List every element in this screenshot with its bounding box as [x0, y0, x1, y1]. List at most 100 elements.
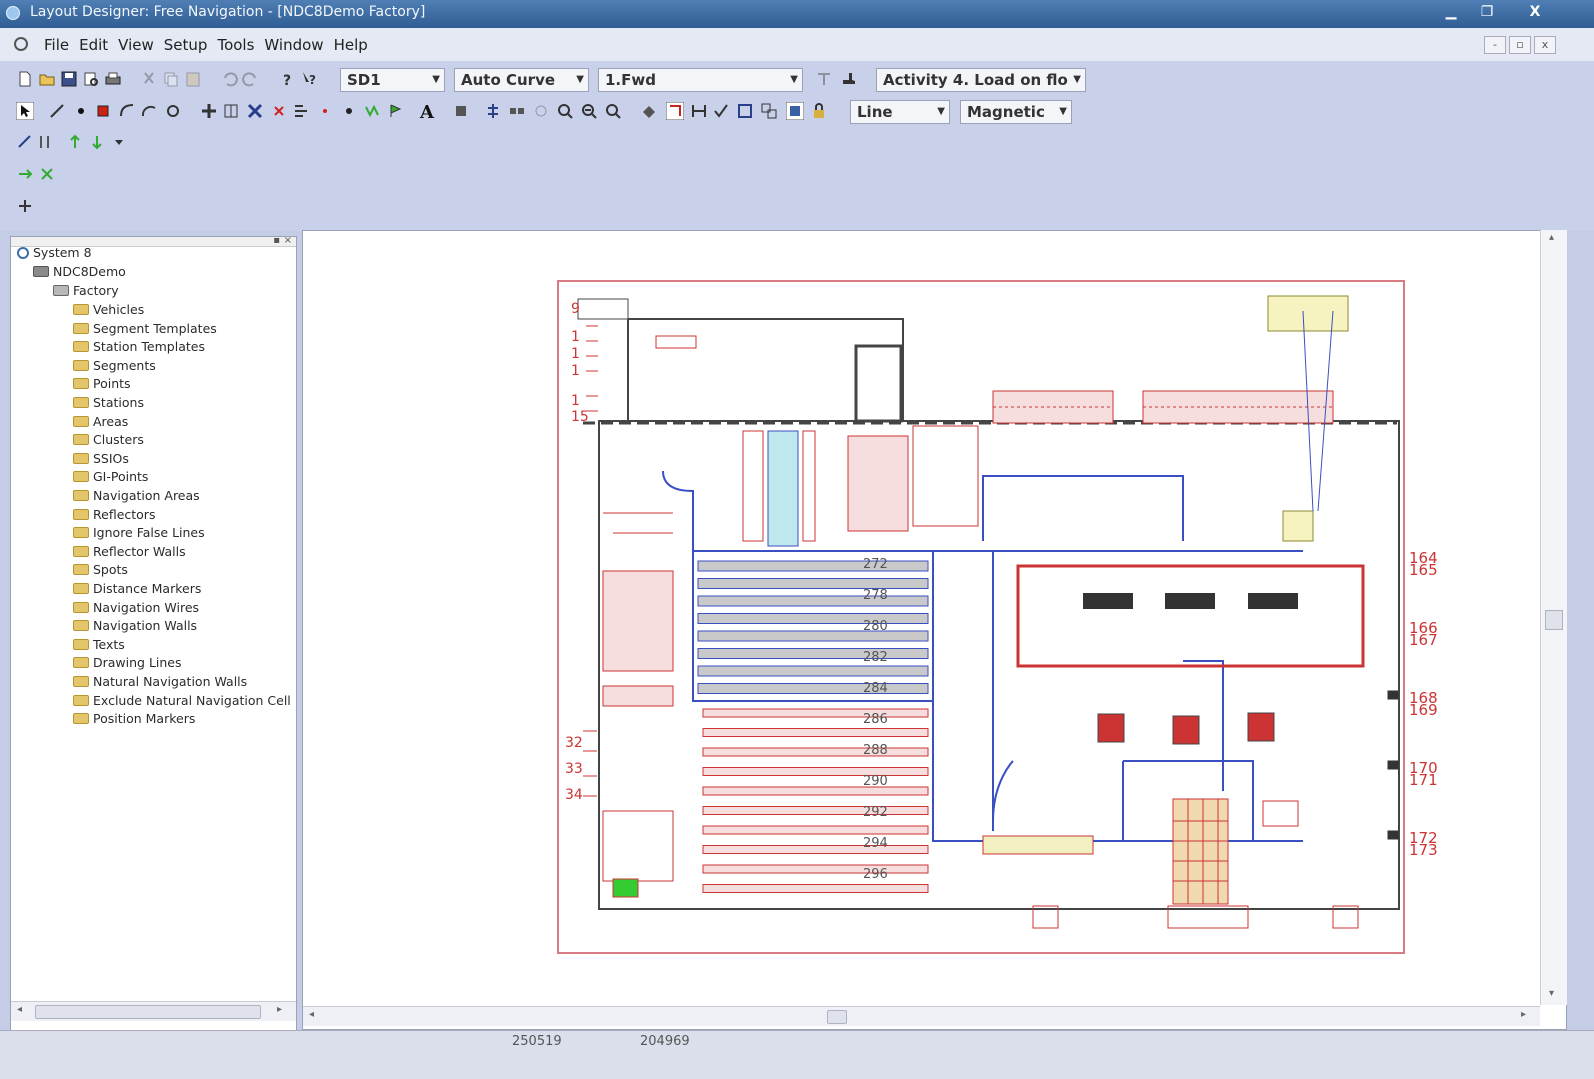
- tree-horizontal-scrollbar[interactable]: ◂ ▸: [11, 1001, 296, 1021]
- tree-item[interactable]: Texts: [73, 636, 125, 654]
- align-icon[interactable]: [484, 102, 502, 120]
- group-icon[interactable]: [760, 102, 778, 120]
- scroll-down-icon[interactable]: ▾: [1549, 988, 1554, 999]
- tree-item[interactable]: Vehicles: [73, 301, 144, 319]
- tree-item[interactable]: GI-Points: [73, 468, 148, 486]
- mdi-restore-button[interactable]: ▫: [1509, 36, 1531, 54]
- point-icon[interactable]: [72, 102, 90, 120]
- scroll-up-icon[interactable]: ▴: [1549, 232, 1554, 243]
- connect-icon[interactable]: [36, 133, 54, 151]
- tree-item[interactable]: Drawing Lines: [73, 654, 182, 672]
- station-icon[interactable]: [94, 102, 112, 120]
- save-icon[interactable]: [60, 70, 78, 88]
- add-node-icon[interactable]: [200, 102, 218, 120]
- tree-group-factory[interactable]: Factory: [53, 282, 119, 300]
- minimize-button[interactable]: ▁: [1438, 2, 1464, 22]
- maximize-button[interactable]: ❐: [1474, 2, 1500, 22]
- menu-edit[interactable]: Edit: [79, 36, 108, 54]
- circle-tool-icon[interactable]: [532, 102, 550, 120]
- cross-delete-icon[interactable]: [246, 102, 264, 120]
- text-tool-icon[interactable]: A: [418, 102, 436, 120]
- drawing-canvas[interactable]: 9 1 1 1 1 15 32 33 34 164 165 166 167 168 169 170 171 17…: [302, 230, 1567, 1030]
- tree-item[interactable]: Natural Navigation Walls: [73, 673, 247, 691]
- tree-item[interactable]: Navigation Areas: [73, 487, 200, 505]
- undo-icon[interactable]: [220, 70, 238, 88]
- route-up-icon[interactable]: [66, 133, 84, 151]
- select-arrow-icon[interactable]: [16, 102, 34, 120]
- tree-item[interactable]: Segments: [73, 357, 156, 375]
- lock-icon[interactable]: [810, 102, 828, 120]
- tree-item[interactable]: Navigation Wires: [73, 599, 199, 617]
- draw-segment-icon[interactable]: [48, 102, 66, 120]
- tree-item[interactable]: Exclude Natural Navigation Cell: [73, 692, 291, 710]
- tree-root-system[interactable]: System 8: [17, 244, 92, 262]
- measure-icon[interactable]: [690, 102, 708, 120]
- rotate-icon[interactable]: [164, 102, 182, 120]
- close-button[interactable]: X: [1522, 2, 1548, 22]
- navigate-icon[interactable]: [16, 165, 34, 183]
- snap-mode-select[interactable]: Magnetic ▼: [960, 100, 1072, 124]
- mdi-minimize-button[interactable]: -: [1484, 36, 1506, 54]
- scroll-left-icon[interactable]: ◂: [309, 1009, 314, 1020]
- plus-icon[interactable]: [16, 197, 34, 215]
- open-folder-icon[interactable]: [38, 70, 56, 88]
- menu-view[interactable]: View: [118, 36, 154, 54]
- tree-item[interactable]: Distance Markers: [73, 580, 201, 598]
- curve-icon[interactable]: [118, 102, 136, 120]
- tree-project[interactable]: NDC8Demo: [33, 263, 126, 281]
- app-icon[interactable]: [6, 6, 20, 20]
- snap-grid-icon[interactable]: [666, 102, 684, 120]
- tree-item[interactable]: Reflector Walls: [73, 543, 186, 561]
- tool-t-icon[interactable]: [815, 70, 833, 88]
- link-icon[interactable]: [16, 133, 34, 151]
- new-file-icon[interactable]: [16, 70, 34, 88]
- close-panel-icon[interactable]: ×: [284, 235, 292, 246]
- factory-layout-drawing[interactable]: 9111115323334 16416516616716816917017117…: [303, 231, 1541, 1006]
- flag-icon[interactable]: [386, 102, 404, 120]
- curve-select[interactable]: Auto Curve ▼: [454, 68, 589, 92]
- menu-file[interactable]: File: [44, 36, 69, 54]
- canvas-hscroll-thumb[interactable]: [827, 1010, 847, 1024]
- canvas-vscroll-thumb[interactable]: [1545, 610, 1563, 630]
- line-type-select[interactable]: Line ▼: [850, 100, 950, 124]
- tree-item[interactable]: Navigation Walls: [73, 617, 197, 635]
- menu-tools[interactable]: Tools: [217, 36, 254, 54]
- scroll-right-icon[interactable]: ▸: [1521, 1009, 1526, 1020]
- layer-icon[interactable]: [452, 102, 470, 120]
- direction-select[interactable]: 1.Fwd ▼: [598, 68, 803, 92]
- help-icon[interactable]: ?: [278, 70, 296, 88]
- context-help-icon[interactable]: ?: [300, 70, 318, 88]
- merge-icon[interactable]: [292, 102, 310, 120]
- tree-item[interactable]: Areas: [73, 413, 128, 431]
- system-menu-icon[interactable]: [14, 37, 28, 51]
- tree-item[interactable]: Position Markers: [73, 710, 195, 728]
- layers-toggle-icon[interactable]: [786, 102, 804, 120]
- scroll-left-icon[interactable]: ◂: [17, 1004, 22, 1015]
- remove-icon[interactable]: [270, 102, 288, 120]
- zoom-fit-icon[interactable]: [604, 102, 622, 120]
- pin-icon[interactable]: ▪: [273, 235, 280, 246]
- dot-large-icon[interactable]: [340, 102, 358, 120]
- grid-icon[interactable]: [736, 102, 754, 120]
- activity-select[interactable]: Activity 4. Load on flo ▼: [876, 68, 1086, 92]
- copy-icon[interactable]: [162, 70, 180, 88]
- menu-help[interactable]: Help: [334, 36, 368, 54]
- tree-item[interactable]: Ignore False Lines: [73, 524, 205, 542]
- distribute-icon[interactable]: [508, 102, 526, 120]
- tree-item[interactable]: Clusters: [73, 431, 144, 449]
- cut-icon[interactable]: [140, 70, 158, 88]
- scroll-right-icon[interactable]: ▸: [277, 1004, 282, 1015]
- tree-item[interactable]: Station Templates: [73, 338, 205, 356]
- canvas-vertical-scrollbar[interactable]: ▴ ▾: [1540, 230, 1567, 1005]
- canvas-horizontal-scrollbar[interactable]: ◂ ▸: [303, 1006, 1540, 1026]
- zoom-in-icon[interactable]: [556, 102, 574, 120]
- tree-item[interactable]: Segment Templates: [73, 320, 217, 338]
- stop-icon[interactable]: [38, 165, 56, 183]
- menu-setup[interactable]: Setup: [164, 36, 208, 54]
- arc-icon[interactable]: [140, 102, 158, 120]
- dot-small-icon[interactable]: [316, 102, 334, 120]
- wire-icon[interactable]: [364, 102, 382, 120]
- redo-icon[interactable]: [242, 70, 260, 88]
- mdi-close-button[interactable]: x: [1534, 36, 1556, 54]
- split-icon[interactable]: [222, 102, 240, 120]
